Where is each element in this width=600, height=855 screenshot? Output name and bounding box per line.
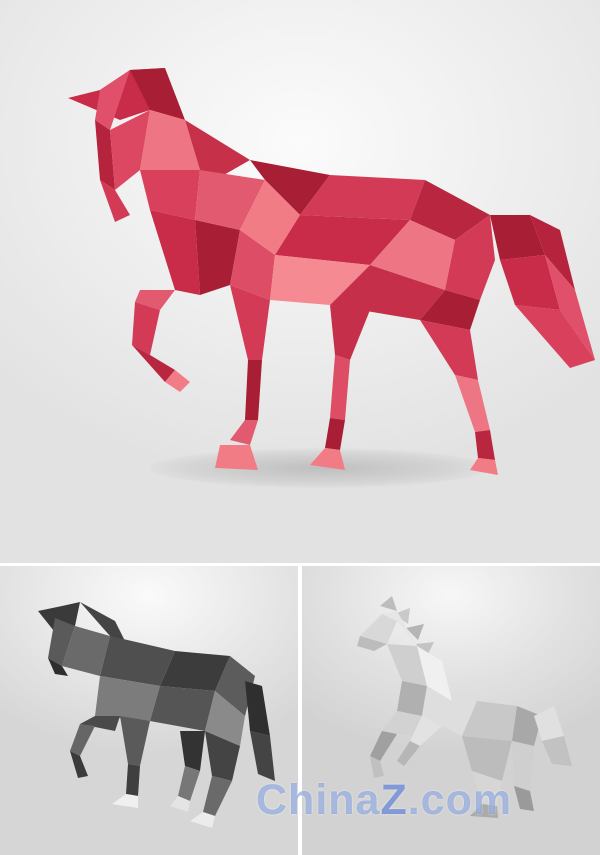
red-horse	[68, 68, 595, 475]
bottom-left-panel	[0, 566, 298, 855]
watermark-suffix: .com	[407, 776, 513, 824]
chinaz-watermark: ChinaZ.com	[256, 776, 576, 832]
dark-horse-illustration	[38, 602, 275, 828]
dark-horse	[38, 602, 275, 828]
red-horse-illustration	[68, 68, 595, 475]
watermark-main: China	[256, 776, 381, 824]
watermark-z: Z	[380, 776, 408, 824]
top-panel	[0, 0, 600, 566]
